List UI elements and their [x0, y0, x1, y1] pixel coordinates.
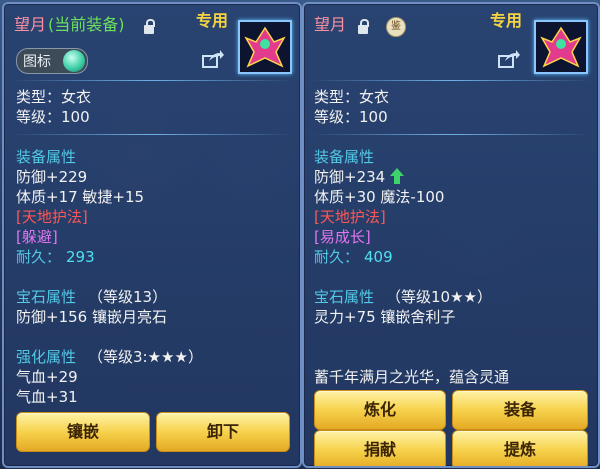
gem-effect: 灵力+75 镶嵌舍利子: [314, 308, 456, 326]
extract-button[interactable]: 提炼: [452, 430, 588, 466]
item-level: 等级：100: [16, 108, 90, 126]
orb-icon: [63, 50, 85, 72]
special-effect: [易成长]: [314, 228, 371, 246]
inlay-button[interactable]: 镶嵌: [16, 412, 150, 452]
donate-button[interactable]: 捐献: [314, 430, 446, 466]
unequip-button[interactable]: 卸下: [156, 412, 290, 452]
item-name: 望月: [314, 15, 347, 34]
defense-stat: 防御+234: [314, 168, 386, 186]
item-type: 类型：女衣: [16, 88, 92, 106]
icon-toggle[interactable]: 图标: [16, 48, 88, 74]
enhance-hp-1: 气血+29: [16, 368, 78, 386]
enhance-level: （等级3:★★★）: [88, 348, 203, 366]
gem-effect: 防御+156 镶嵌月亮石: [16, 308, 167, 326]
refine-button[interactable]: 炼化: [314, 390, 446, 430]
item-description: 蓄千年满月之光华，蕴含灵通: [314, 368, 510, 386]
item-name: 望月: [14, 15, 47, 34]
special-effect: [躲避]: [16, 228, 58, 246]
enhance-attr-title: 强化属性: [16, 348, 77, 366]
equipped-tag: (当前装备): [48, 15, 125, 34]
icon-toggle-label: 图标: [23, 54, 51, 70]
item-icon: [534, 20, 588, 74]
unlock-icon[interactable]: [144, 19, 155, 34]
gem-attr-title: 宝石属性: [16, 288, 77, 306]
equip-attr-title: 装备属性: [314, 148, 375, 166]
stat-up-arrow-icon: [390, 168, 404, 184]
exclusive-label: 专用: [196, 11, 229, 30]
durability-value: 409: [364, 248, 393, 266]
item-icon: [238, 20, 292, 74]
durability-label: 耐久：: [314, 248, 360, 266]
gem-level: （等级13）: [88, 288, 168, 306]
item-level: 等级：100: [314, 108, 388, 126]
share-icon[interactable]: [498, 50, 520, 68]
item-type: 类型：女衣: [314, 88, 390, 106]
attribute-stats: 体质+30 魔法-100: [314, 188, 445, 206]
current-equipment-panel: 望月 (当前装备) 专用 图标 类型：女衣 等级：100 装备属性 防御+229…: [2, 2, 302, 468]
defense-stat: 防御+229: [16, 168, 88, 186]
unlock-icon[interactable]: [358, 19, 369, 34]
gem-level: （等级10★★）: [386, 288, 492, 306]
appraisal-seal-icon: 鉴: [386, 17, 406, 37]
gem-attr-title: 宝石属性: [314, 288, 375, 306]
durability-value: 293: [66, 248, 95, 266]
special-skill: [天地护法]: [314, 208, 386, 226]
divider: [310, 80, 592, 81]
exclusive-label: 专用: [490, 11, 523, 30]
equip-button[interactable]: 装备: [452, 390, 588, 430]
enhance-hp-2: 气血+31: [16, 388, 78, 406]
equip-attr-title: 装备属性: [16, 148, 77, 166]
divider: [310, 134, 592, 135]
divider: [10, 80, 294, 81]
durability-label: 耐久：: [16, 248, 62, 266]
divider: [10, 134, 294, 135]
special-skill: [天地护法]: [16, 208, 88, 226]
compare-item-panel: 望月 鉴 专用 类型：女衣 等级：100 装备属性 防御+234 体质+30 魔…: [302, 2, 600, 468]
share-icon[interactable]: [202, 50, 224, 68]
attribute-stats: 体质+17 敏捷+15: [16, 188, 145, 206]
